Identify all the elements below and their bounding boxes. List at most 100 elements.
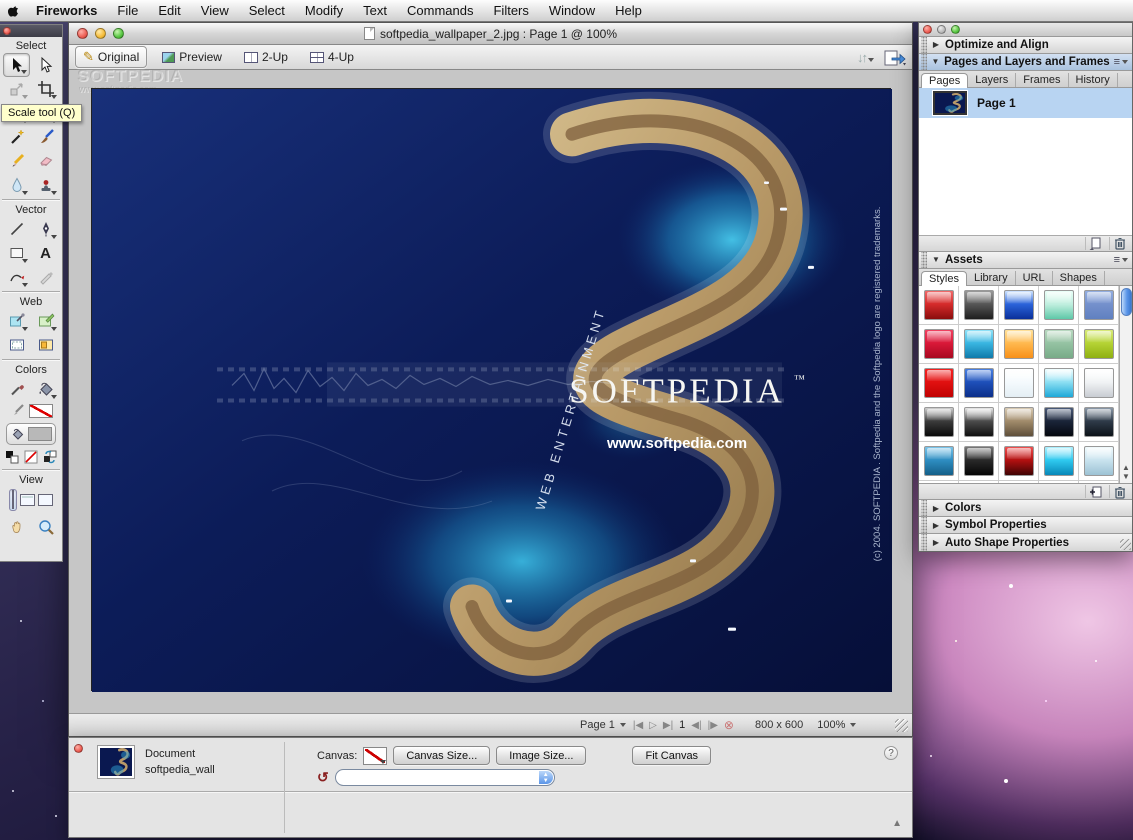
crop-tool[interactable] xyxy=(32,77,59,101)
fullscreen-menus-mode-button[interactable] xyxy=(20,494,35,506)
new-style-button[interactable] xyxy=(1085,485,1105,498)
rectangle-tool[interactable] xyxy=(3,241,30,265)
tab-history[interactable]: History xyxy=(1069,73,1118,87)
style-swatch[interactable] xyxy=(1039,325,1079,364)
next-frame-button[interactable]: |▶ xyxy=(708,720,718,731)
canvas-size-button[interactable]: Canvas Size... xyxy=(393,746,490,765)
stop-button[interactable]: ⊗ xyxy=(724,718,734,732)
fullscreen-mode-button[interactable] xyxy=(38,494,53,506)
no-color-icon[interactable] xyxy=(23,449,39,465)
swap-colors-icon[interactable] xyxy=(42,449,58,465)
standard-screen-mode-button[interactable] xyxy=(9,489,17,511)
delete-style-button[interactable] xyxy=(1109,485,1129,498)
delete-page-button[interactable] xyxy=(1109,237,1129,250)
brush-tool[interactable] xyxy=(32,125,59,149)
tab-preview[interactable]: Preview xyxy=(155,48,229,66)
style-swatch[interactable] xyxy=(959,286,999,325)
subselection-tool[interactable] xyxy=(32,53,59,77)
quick-export-icon[interactable] xyxy=(884,49,906,66)
style-swatch[interactable] xyxy=(919,403,959,442)
tab-pages[interactable]: Pages xyxy=(921,73,968,88)
magic-wand-tool[interactable] xyxy=(3,125,30,149)
scroll-up-arrow[interactable]: ▲ xyxy=(1122,463,1130,472)
frame-delay-combobox[interactable]: ▲▼ xyxy=(335,769,555,786)
tab-frames[interactable]: Frames xyxy=(1016,73,1068,87)
menu-item[interactable]: File xyxy=(107,3,148,18)
menu-item[interactable]: Help xyxy=(605,3,652,18)
help-button[interactable]: ? xyxy=(884,746,898,760)
panel-menu-icon[interactable]: ≡ xyxy=(1114,56,1128,68)
style-swatch[interactable] xyxy=(1079,403,1119,442)
style-swatch[interactable] xyxy=(959,403,999,442)
new-page-button[interactable] xyxy=(1085,237,1105,250)
style-swatch[interactable] xyxy=(999,442,1039,481)
window-minimize-button[interactable] xyxy=(95,28,106,39)
menu-item[interactable]: Commands xyxy=(397,3,483,18)
style-swatch[interactable] xyxy=(919,325,959,364)
zoom-tool[interactable] xyxy=(32,515,59,539)
panel-grip[interactable] xyxy=(921,500,927,516)
dock-close-button[interactable] xyxy=(923,25,932,34)
combobox-stepper[interactable]: ▲▼ xyxy=(539,771,553,784)
menu-item[interactable]: Modify xyxy=(295,3,353,18)
previous-frame-button[interactable]: ◀| xyxy=(691,720,701,731)
menu-item[interactable]: Window xyxy=(539,3,605,18)
style-swatch[interactable] xyxy=(1039,442,1079,481)
symbol-properties-header[interactable]: ▶ Symbol Properties xyxy=(919,517,1132,534)
properties-collapse-arrow[interactable]: ▲ xyxy=(892,818,902,829)
paint-bucket-tool[interactable] xyxy=(32,377,59,401)
style-swatch[interactable] xyxy=(919,364,959,403)
style-swatch[interactable] xyxy=(959,325,999,364)
rubber-stamp-tool[interactable] xyxy=(32,173,59,197)
tab-2up[interactable]: 2-Up xyxy=(237,48,295,66)
style-swatch[interactable] xyxy=(999,325,1039,364)
image-size-button[interactable]: Image Size... xyxy=(496,746,586,765)
colors-panel-header[interactable]: ▶ Colors xyxy=(919,500,1132,517)
show-slices-button[interactable] xyxy=(32,333,59,357)
optimize-panel-header[interactable]: ▶ Optimize and Align xyxy=(919,37,1132,54)
play-button[interactable]: ▷ xyxy=(649,720,657,731)
scrollbar-thumb[interactable] xyxy=(1121,288,1132,316)
fit-canvas-button[interactable]: Fit Canvas xyxy=(632,746,711,765)
default-colors-icon[interactable] xyxy=(4,449,20,465)
pen-tool[interactable] xyxy=(32,217,59,241)
menu-item[interactable]: Filters xyxy=(483,3,538,18)
style-swatch[interactable] xyxy=(1079,325,1119,364)
window-close-button[interactable] xyxy=(77,28,88,39)
pages-panel-header[interactable]: ▼ Pages and Layers and Frames... ≡ xyxy=(919,54,1132,71)
style-swatch[interactable] xyxy=(999,286,1039,325)
tab-layers[interactable]: Layers xyxy=(968,73,1016,87)
style-swatch[interactable] xyxy=(1039,286,1079,325)
dock-resize-grip[interactable] xyxy=(1120,539,1131,550)
hotspot-tool[interactable] xyxy=(3,309,30,333)
style-swatch[interactable] xyxy=(919,442,959,481)
style-swatch[interactable] xyxy=(1079,442,1119,481)
pointer-tool[interactable] xyxy=(3,53,30,77)
assets-panel-header[interactable]: ▼ Assets ≡ xyxy=(919,252,1132,269)
dock-minimize-button[interactable] xyxy=(937,25,946,34)
first-frame-button[interactable]: |◀ xyxy=(633,720,643,731)
style-swatch[interactable] xyxy=(1079,364,1119,403)
scale-tool[interactable] xyxy=(3,77,30,101)
panel-grip[interactable] xyxy=(921,252,927,268)
style-swatch[interactable] xyxy=(959,364,999,403)
canvas-artboard[interactable]: SOFTPEDIA ™ www.softpedia.com WEB ENTERT… xyxy=(91,88,891,691)
menu-item[interactable]: Select xyxy=(239,3,295,18)
tab-library[interactable]: Library xyxy=(967,271,1016,285)
tools-close-button[interactable] xyxy=(3,27,11,35)
eyedropper-tool[interactable] xyxy=(3,377,30,401)
zoom-dropdown[interactable]: 100% xyxy=(810,719,863,731)
panel-grip[interactable] xyxy=(921,534,927,551)
tab-original[interactable]: ✎ Original xyxy=(75,46,147,68)
panel-grip[interactable] xyxy=(921,54,927,70)
knife-tool[interactable] xyxy=(32,265,59,289)
fill-color-swatch[interactable] xyxy=(28,427,52,441)
menu-item[interactable]: View xyxy=(191,3,239,18)
dock-zoom-button[interactable] xyxy=(951,25,960,34)
style-swatch[interactable] xyxy=(1039,403,1079,442)
style-swatch[interactable] xyxy=(1039,364,1079,403)
menu-app-name[interactable]: Fireworks xyxy=(26,3,107,18)
window-zoom-button[interactable] xyxy=(113,28,124,39)
menu-item[interactable]: Edit xyxy=(148,3,190,18)
apple-menu[interactable] xyxy=(0,3,26,19)
